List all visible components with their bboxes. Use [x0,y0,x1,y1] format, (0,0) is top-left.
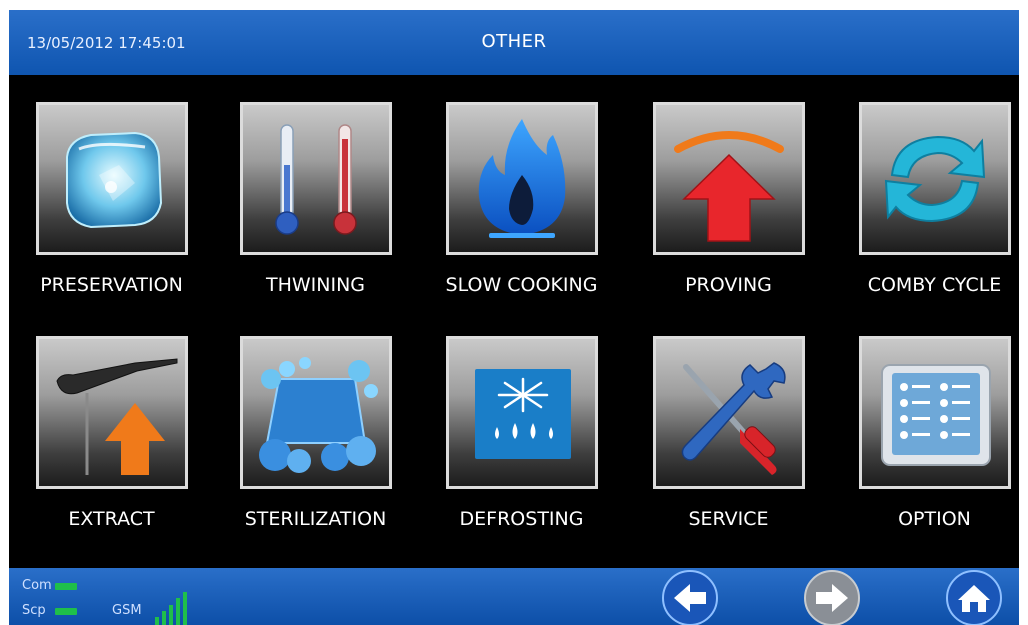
service-label: SERVICE [688,508,769,530]
page-title: OTHER [481,31,547,52]
back-button[interactable] [662,570,718,625]
status-bar: Com Scp GSM [9,568,1019,625]
thwining-button[interactable] [240,102,392,255]
arrow-right-icon [804,570,860,625]
slow-cooking-button[interactable] [446,102,598,255]
arrow-left-icon [662,570,718,625]
comby-cycle-button[interactable] [859,102,1011,255]
home-button[interactable] [946,570,1002,625]
option-panel-icon [881,364,991,466]
proving-arrow-icon [674,131,784,242]
proving-label: PROVING [685,274,772,296]
sterilization-button[interactable] [240,336,392,489]
sterilization-bubbles-icon [259,357,378,473]
preservation-label: PRESERVATION [40,274,183,296]
option-button[interactable] [859,336,1011,489]
extract-button[interactable] [36,336,188,489]
com-label: Com [22,578,52,593]
preservation-button[interactable] [36,102,188,255]
comby-cycle-label: COMBY CYCLE [867,274,1002,296]
header-bar: 13/05/2012 17:45:01 OTHER [9,10,1019,75]
forward-button[interactable] [804,570,860,625]
extract-label: EXTRACT [68,508,155,530]
sterilization-label: STERILIZATION [244,508,387,530]
option-label: OPTION [898,508,971,530]
home-icon [946,570,1002,625]
oven-screen: 13/05/2012 17:45:01 OTHER PRESERVATION T… [9,10,1019,625]
defrosting-button[interactable] [446,336,598,489]
proving-button[interactable] [653,102,805,255]
scp-label: Scp [22,603,46,618]
cycle-arrows-icon [884,135,986,223]
defrosting-label: DEFROSTING [459,508,584,530]
ice-cube-icon [66,131,163,229]
gsm-label: GSM [112,603,142,618]
service-button[interactable] [653,336,805,489]
probe-extract-icon [56,358,178,475]
gsm-signal-icon [155,590,215,625]
scp-indicator [55,608,77,615]
thermometers-icon [275,124,357,235]
com-indicator [55,583,77,590]
slow-cooking-label: SLOW COOKING [445,274,598,296]
tools-icon [681,362,786,475]
thwining-label: THWINING [265,274,366,296]
flame-icon [478,119,566,238]
snowflake-drops-icon [475,369,571,459]
